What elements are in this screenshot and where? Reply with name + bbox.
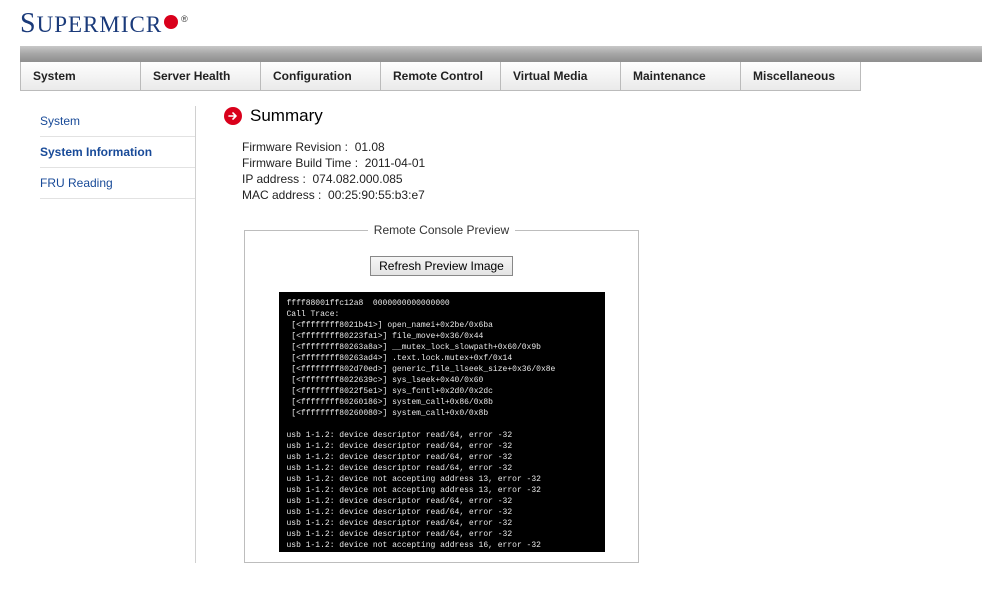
sidebar-item-system[interactable]: System — [40, 106, 195, 137]
mac-address-row: MAC address : 00:25:90:55:b3:e7 — [242, 188, 962, 202]
firmware-build-label: Firmware Build Time : — [242, 156, 358, 170]
header-bar — [20, 46, 982, 62]
ip-address-label: IP address : — [242, 172, 306, 186]
mac-address-value: 00:25:90:55:b3:e7 — [328, 188, 425, 202]
page-title: Summary — [250, 106, 323, 126]
firmware-revision-row: Firmware Revision : 01.08 — [242, 140, 962, 154]
preview-legend: Remote Console Preview — [368, 223, 515, 237]
firmware-revision-label: Firmware Revision : — [242, 140, 348, 154]
sidebar-item-system-information[interactable]: System Information — [40, 137, 195, 168]
firmware-revision-value: 01.08 — [355, 140, 385, 154]
main-menu: SystemServer HealthConfigurationRemote C… — [20, 62, 982, 91]
menu-item-remote-control[interactable]: Remote Control — [381, 62, 501, 91]
firmware-build-row: Firmware Build Time : 2011-04-01 — [242, 156, 962, 170]
remote-console-preview-panel: Remote Console Preview Refresh Preview I… — [244, 230, 639, 563]
mac-address-label: MAC address : — [242, 188, 321, 202]
menu-item-maintenance[interactable]: Maintenance — [621, 62, 741, 91]
brand-logo: SUPERMICR® — [0, 0, 982, 40]
menu-item-server-health[interactable]: Server Health — [141, 62, 261, 91]
ip-address-value: 074.082.000.085 — [313, 172, 403, 186]
menu-item-system[interactable]: System — [21, 62, 141, 91]
arrow-right-icon — [224, 107, 242, 125]
console-text: ffff88001ffc12a8 0000000000000000 Call T… — [287, 299, 556, 552]
menu-item-virtual-media[interactable]: Virtual Media — [501, 62, 621, 91]
menu-item-miscellaneous[interactable]: Miscellaneous — [741, 62, 861, 91]
refresh-preview-button[interactable]: Refresh Preview Image — [370, 256, 513, 276]
logo-dot-icon — [164, 15, 178, 29]
firmware-build-value: 2011-04-01 — [365, 156, 426, 170]
menu-item-configuration[interactable]: Configuration — [261, 62, 381, 91]
sidebar: System System Information FRU Reading — [0, 106, 195, 563]
sidebar-item-fru-reading[interactable]: FRU Reading — [40, 168, 195, 199]
console-preview: ffff88001ffc12a8 0000000000000000 Call T… — [279, 292, 605, 552]
ip-address-row: IP address : 074.082.000.085 — [242, 172, 962, 186]
